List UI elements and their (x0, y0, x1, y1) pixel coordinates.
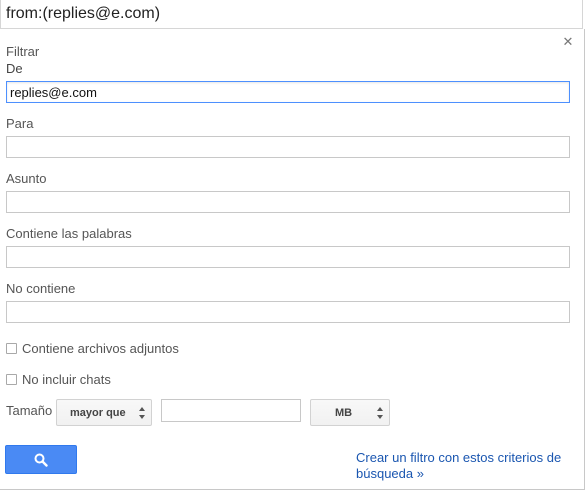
size-operator-select[interactable]: mayor que (56, 399, 152, 426)
filter-panel: ✕ Filtrar De Para Asunto Contiene las pa… (0, 29, 585, 490)
has-words-field[interactable] (6, 246, 570, 268)
close-icon[interactable]: ✕ (562, 36, 574, 49)
size-unit-value: MB (335, 407, 353, 419)
no-chats-option[interactable]: No incluir chats (6, 371, 111, 387)
attachment-label: Contiene archivos adjuntos (22, 340, 179, 356)
select-arrows-icon (377, 407, 383, 419)
search-icon (34, 453, 48, 467)
select-arrows-icon (139, 407, 145, 419)
search-query[interactable]: from:(replies@e.com) (6, 5, 160, 23)
size-operator-value: mayor que (70, 407, 126, 419)
no-chats-checkbox[interactable] (6, 373, 17, 385)
create-filter-link[interactable]: Crear un filtro con estos criterios de b… (356, 450, 571, 482)
attachment-checkbox[interactable] (6, 342, 17, 354)
from-field[interactable] (6, 81, 570, 103)
size-value-input[interactable] (161, 399, 301, 422)
search-button[interactable] (5, 445, 77, 474)
to-label: Para (6, 116, 34, 131)
panel-title: Filtrar (6, 44, 40, 59)
doesnt-have-field[interactable] (6, 301, 570, 323)
no-chats-label: No incluir chats (22, 371, 111, 387)
size-unit-select[interactable]: MB (310, 399, 390, 426)
doesnt-have-label: No contiene (6, 281, 76, 296)
from-label: De (6, 61, 23, 76)
search-bar[interactable]: from:(replies@e.com) (0, 0, 583, 29)
subject-label: Asunto (6, 171, 47, 186)
has-words-label: Contiene las palabras (6, 226, 132, 241)
size-label: Tamaño (6, 403, 53, 418)
to-field[interactable] (6, 136, 570, 158)
attachment-option[interactable]: Contiene archivos adjuntos (6, 340, 179, 356)
subject-field[interactable] (6, 191, 570, 213)
